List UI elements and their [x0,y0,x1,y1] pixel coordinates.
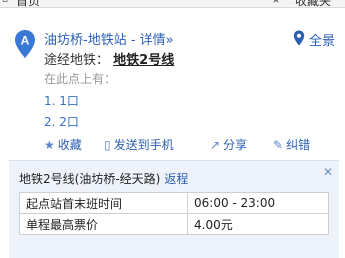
table-key: 起点站首末班时间 [19,192,188,214]
route-title: 地铁2号线(油坊桥-经天路) 返程 [19,170,188,187]
table-row: 起点站首末班时间 06:00 - 23:00 [19,192,329,214]
send-to-phone-button[interactable]: ▯ 发送到手机 [104,136,174,153]
marker-letter: A [21,34,30,48]
board-label: 在此点上有： [44,72,117,86]
report-error-label: 纠错 [286,138,311,152]
favorite-label: 收藏 [57,138,82,152]
home-link[interactable]: 首页 [16,0,40,7]
panorama-link[interactable]: 全景 [293,30,335,49]
panorama-label: 全景 [308,34,335,49]
top-nav-bar: ⌂ 首页 ★ 收藏夹 [0,0,345,8]
table-key: 单程最高票价 [19,213,188,235]
share-button[interactable]: ↗ 分享 [210,136,247,153]
metro-line-link[interactable]: 地铁2号线 [113,53,174,68]
edit-icon: ✎ [273,138,284,152]
via-metro: 途经地铁： 地铁2号线 [44,49,174,68]
via-label: 途经地铁： [44,53,110,68]
route-info-table: 起点站首末班时间 06:00 - 23:00 单程最高票价 4.00元 [19,192,329,235]
home-icon: ⌂ [2,0,8,5]
exit-item[interactable]: 2. 2口 [44,113,79,130]
close-icon[interactable]: ✕ [323,165,333,179]
station-title: 油坊桥-地铁站 - 详情» [44,29,174,48]
return-trip-link[interactable]: 返程 [164,172,188,186]
route-info-panel: 地铁2号线(油坊桥-经天路) 返程 ✕ 起点站首末班时间 06:00 - 23:0… [9,160,339,258]
route-name: 地铁2号线(油坊桥-经天路) [19,172,161,186]
exit-item[interactable]: 1. 1口 [44,92,79,109]
star-icon: ★ [271,0,281,6]
action-bar: ★ 收藏 ▯ 发送到手机 ↗ 分享 ✎ 纠错 [44,136,344,152]
share-label: 分享 [223,138,248,152]
send-to-phone-label: 发送到手机 [113,138,174,152]
table-value: 06:00 - 23:00 [187,192,329,214]
share-icon: ↗ [210,138,221,152]
marker-a-icon: A [15,30,35,58]
table-value: 4.00元 [187,213,329,235]
favorites-link[interactable]: 收藏夹 [295,0,331,7]
favorite-button[interactable]: ★ 收藏 [44,136,82,153]
station-name-link[interactable]: 油坊桥-地铁站 [44,33,127,48]
phone-icon: ▯ [104,138,111,152]
detail-link[interactable]: - 详情» [131,33,174,48]
star-icon: ★ [44,138,55,152]
table-row: 单程最高票价 4.00元 [19,213,329,235]
pin-icon [293,30,305,46]
report-error-button[interactable]: ✎ 纠错 [273,136,310,153]
